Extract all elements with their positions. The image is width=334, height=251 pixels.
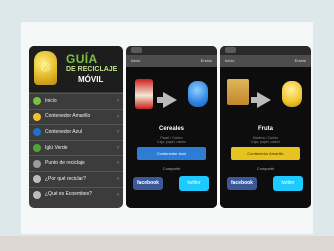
menu-label: ¿Por qué reciclar? bbox=[45, 175, 86, 182]
send-link[interactable]: Enviar bbox=[295, 58, 306, 63]
back-button[interactable] bbox=[225, 47, 236, 53]
item-title: Cereales bbox=[158, 126, 185, 132]
chevron-right-icon: › bbox=[117, 175, 119, 182]
menu-label: Inicio bbox=[45, 97, 57, 104]
item-materials: Caja, papel, cartón bbox=[156, 140, 187, 144]
send-link[interactable]: Enviar bbox=[201, 58, 212, 63]
menu-label: ¿Qué es Ecoembes? bbox=[45, 191, 92, 198]
menu-item-que-es-ecoembes[interactable]: ¿Qué es Ecoembes? › bbox=[29, 186, 123, 203]
bin-yellow-icon bbox=[282, 81, 302, 107]
recycle-icon: ♲ bbox=[39, 60, 52, 75]
share-label: Compartir bbox=[256, 166, 275, 171]
bin-yellow-icon bbox=[33, 112, 41, 121]
bin-blue-icon bbox=[188, 81, 208, 107]
share-label: Compartir bbox=[162, 166, 181, 171]
navigation-bar: Inicio Enviar bbox=[220, 55, 311, 67]
menu-item-iglu-verde[interactable]: Iglú Verde › bbox=[29, 139, 123, 156]
status-bar bbox=[220, 46, 311, 55]
question-icon bbox=[33, 175, 41, 184]
phone-menu-screen: ♲ GUÍA DE RECICLAJE MÓVIL Inicio › Conte… bbox=[29, 46, 123, 208]
twitter-button[interactable]: twitter bbox=[273, 176, 303, 191]
item-title: Fruta bbox=[258, 126, 273, 132]
bin-blue-icon bbox=[33, 128, 41, 137]
brand-mobile: MÓVIL bbox=[78, 75, 104, 84]
fruit-crate-icon bbox=[227, 79, 249, 105]
house-icon bbox=[33, 97, 41, 106]
menu-item-contenedor-amarillo[interactable]: Contenedor Amarillo › bbox=[29, 108, 123, 125]
home-link[interactable]: Inicio bbox=[131, 58, 140, 63]
chevron-right-icon: › bbox=[117, 144, 119, 151]
menu-label: Contenedor Amarillo bbox=[45, 113, 91, 120]
menu-item-contenedor-azul[interactable]: Contenedor Azul › bbox=[29, 124, 123, 140]
chevron-right-icon: › bbox=[117, 191, 119, 198]
cereal-box-icon bbox=[135, 79, 153, 109]
menu-item-inicio[interactable]: Inicio › bbox=[29, 93, 123, 109]
brand-title: GUÍA bbox=[66, 52, 98, 66]
navigation-bar: Inicio Enviar bbox=[126, 55, 217, 67]
arrow-right-icon bbox=[163, 92, 177, 108]
twitter-button[interactable]: twitter bbox=[179, 176, 209, 191]
item-description: Madera / Cartón Caja, papel, cartón bbox=[220, 136, 311, 144]
igloo-green-icon bbox=[33, 144, 41, 153]
detail-content: Cereales Papel / Cartón Caja, papel, car… bbox=[126, 67, 217, 208]
item-materials: Caja, papel, cartón bbox=[250, 140, 281, 144]
chevron-right-icon: › bbox=[117, 160, 119, 167]
bottom-strip bbox=[0, 236, 334, 251]
recycle-icon bbox=[33, 159, 41, 168]
chevron-right-icon: › bbox=[117, 129, 119, 136]
arrow-right-icon bbox=[257, 92, 271, 108]
info-icon bbox=[33, 190, 41, 199]
phone-detail-screen-fruta: Inicio Enviar Fruta Madera / Cartón Caja… bbox=[220, 46, 311, 208]
menu-item-por-que-reciclar[interactable]: ¿Por qué reciclar? › bbox=[29, 170, 123, 187]
app-header: ♲ GUÍA DE RECICLAJE MÓVIL bbox=[29, 46, 123, 92]
facebook-button[interactable]: facebook bbox=[133, 177, 163, 190]
phone-detail-screen-cereales: Inicio Enviar Cereales Papel / Cartón Ca… bbox=[126, 46, 217, 208]
menu-label: Iglú Verde bbox=[45, 144, 68, 151]
menu-label: Contenedor Azul bbox=[45, 128, 82, 135]
item-description: Papel / Cartón Caja, papel, cartón bbox=[126, 136, 217, 144]
menu-item-punto-reciclaje[interactable]: Punto de reciclaje › bbox=[29, 155, 123, 171]
contenedor-azul-button[interactable]: Contenedor Azul bbox=[137, 147, 206, 160]
status-bar bbox=[126, 46, 217, 55]
contenedor-amarillo-button[interactable]: Contenedor Amarillo bbox=[231, 147, 300, 160]
back-button[interactable] bbox=[131, 47, 142, 53]
recycle-bin-logo: ♲ bbox=[34, 51, 57, 85]
chevron-right-icon: › bbox=[117, 113, 119, 120]
chevron-right-icon: › bbox=[117, 98, 119, 104]
detail-content: Fruta Madera / Cartón Caja, papel, cartó… bbox=[220, 67, 311, 208]
main-menu: Inicio › Contenedor Amarillo › Contenedo… bbox=[29, 93, 123, 202]
menu-label: Punto de reciclaje bbox=[45, 160, 85, 167]
brand-subtitle: DE RECICLAJE bbox=[66, 66, 118, 73]
facebook-button[interactable]: facebook bbox=[227, 177, 257, 190]
home-link[interactable]: Inicio bbox=[225, 58, 234, 63]
